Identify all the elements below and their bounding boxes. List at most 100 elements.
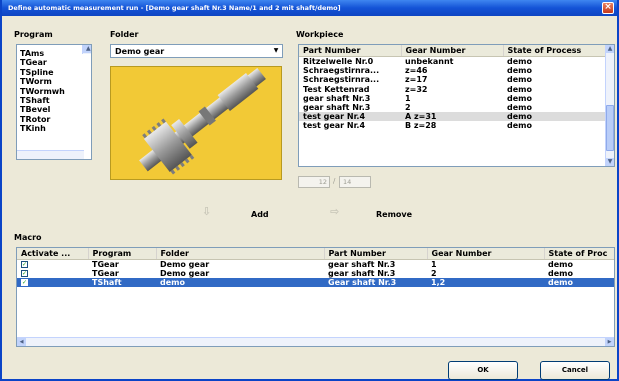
page-separator: / [333, 177, 336, 185]
scroll-left-icon[interactable]: ◀ [17, 338, 26, 346]
scroll-down-icon[interactable]: ▼ [83, 45, 91, 47]
scroll-down-icon[interactable]: ▼ [606, 158, 614, 166]
workpiece-cell: demo [507, 57, 532, 66]
workpiece-row[interactable]: gear shaft Nr.3 1 demo [299, 94, 605, 103]
activate-checkbox[interactable]: ✓ [21, 270, 28, 277]
workpiece-row[interactable]: Ritzelwelle Nr.0 unbekannt demo [299, 57, 605, 67]
macro-row[interactable]: ✓ TGear Demo gear gear shaft Nr.3 1 demo [17, 260, 614, 270]
workpiece-cell: demo [507, 84, 532, 94]
macro-column-header[interactable]: Program [88, 248, 157, 260]
window-title: Define automatic measurement run - [Demo… [8, 4, 341, 12]
program-item[interactable]: TKinh [17, 124, 91, 133]
program-list[interactable]: TAms TGear TSpline TWorm TWormwh TShaft TBevel… [16, 44, 92, 160]
program-item[interactable]: TWorm [17, 77, 91, 86]
macro-cell-gear: 2 [431, 269, 437, 278]
macro-column-header[interactable]: Activate ... [17, 248, 89, 260]
macro-cell-program: TGear [92, 260, 119, 269]
close-icon[interactable]: × [602, 2, 614, 14]
scrollbar-thumb[interactable] [606, 105, 614, 151]
workpiece-cell: test gear Nr.4 [299, 112, 401, 122]
folder-dropdown[interactable]: Demo gear ▼ [110, 44, 283, 58]
program-list-hscrollbar[interactable] [17, 149, 84, 159]
workpiece-cell: test gear Nr.4 [303, 121, 366, 131]
workpiece-cell: Schraegstirnra... [303, 66, 380, 76]
macro-table-container[interactable]: Activate ... Program Folder Part Number Gear… [16, 247, 615, 347]
macro-cell-part: Gear shaft Nr.3 [324, 278, 427, 287]
remove-button[interactable]: Remove [376, 210, 412, 219]
workpiece-cell: demo [503, 112, 605, 122]
workpiece-cell: gear shaft Nr.3 [303, 93, 371, 103]
program-item[interactable]: TWormwh [17, 87, 91, 96]
workpiece-row[interactable]: Schraegstirnra... z=46 demo [299, 66, 605, 75]
program-item[interactable]: TShaft [17, 96, 91, 105]
macro-cell-program: TGear [92, 269, 119, 278]
workpiece-cell: demo [507, 66, 532, 76]
macro-cell-state: demo [544, 278, 614, 287]
gear-image [110, 66, 282, 180]
program-label: Program [14, 30, 53, 39]
workpiece-column-header[interactable]: Part Number [299, 45, 402, 57]
macro-activate-cell: ✓ [17, 269, 88, 278]
macro-cell-gear: 1,2 [427, 278, 544, 287]
scroll-up-icon[interactable]: ▲ [606, 45, 614, 53]
macro-hscrollbar[interactable]: ◀ ▶ [17, 337, 614, 346]
workpiece-row[interactable]: test gear Nr.4 B z=28 demo [299, 121, 605, 130]
workpiece-cell: gear shaft Nr.3 [303, 103, 371, 113]
workpiece-row[interactable]: Test Kettenrad z=32 demo [299, 85, 605, 94]
add-arrow-icon: ⇩ [202, 205, 212, 218]
program-item[interactable]: TAms [17, 49, 91, 58]
activate-checkbox[interactable]: ✓ [21, 261, 28, 268]
cancel-button[interactable]: Cancel [540, 361, 610, 380]
page-current-field[interactable]: 12 [298, 176, 330, 188]
workpiece-table: Part Number Gear Number State of Process R… [299, 45, 606, 131]
workpiece-column-header[interactable]: Gear Number [401, 45, 504, 57]
workpiece-row[interactable]: gear shaft Nr.3 2 demo [299, 103, 605, 112]
workpiece-cell: B z=28 [405, 121, 437, 131]
workpiece-cell: demo [507, 121, 532, 131]
macro-row[interactable]: ✓ TShaft demo Gear shaft Nr.3 1,2 demo [17, 278, 614, 287]
workpiece-cell: unbekannt [405, 57, 454, 66]
program-item[interactable]: TGear [17, 58, 91, 67]
program-item[interactable]: TBevel [17, 105, 91, 114]
program-item[interactable]: TRotor [17, 115, 91, 124]
macro-cell-program: TShaft [88, 278, 156, 287]
workpiece-row[interactable]: test gear Nr.4 A z=31 demo [299, 112, 605, 122]
workpiece-cell: z=17 [405, 75, 428, 85]
macro-cell-state: demo [548, 269, 573, 278]
macro-activate-cell: ✓ [17, 278, 88, 287]
program-list-scrollbar[interactable]: ▲ ▼ [82, 45, 91, 55]
activate-checkbox[interactable]: ✓ [21, 279, 28, 286]
macro-column-header[interactable]: Part Number [324, 248, 428, 260]
macro-row[interactable]: ✓ TGear Demo gear gear shaft Nr.3 2 demo [17, 269, 614, 278]
macro-cell-part: gear shaft Nr.3 [328, 260, 396, 269]
workpiece-cell: demo [507, 75, 532, 85]
add-button[interactable]: Add [251, 210, 269, 219]
macro-cell-folder: Demo gear [160, 260, 210, 269]
workpiece-cell: Ritzelwelle Nr.0 [303, 57, 374, 66]
macro-column-header[interactable]: State of Proc [544, 248, 614, 260]
workpiece-table-container[interactable]: Part Number Gear Number State of Process R… [298, 44, 615, 167]
workpiece-cell: z=46 [405, 66, 428, 76]
gear-shaft-icon [139, 67, 266, 175]
macro-activate-cell: ✓ [17, 260, 88, 270]
macro-column-header[interactable]: Gear Number [427, 248, 545, 260]
program-item[interactable]: TSpline [17, 68, 91, 77]
folder-selected: Demo gear [115, 47, 165, 56]
workpiece-label: Workpiece [296, 30, 344, 39]
workpiece-cell: 1 [405, 93, 411, 103]
scroll-right-icon[interactable]: ▶ [605, 338, 614, 346]
title-bar[interactable]: Define automatic measurement run - [Demo… [2, 0, 617, 16]
page-total-field: 14 [339, 176, 371, 188]
macro-header-row: Activate ... Program Folder Part Number Gear… [17, 248, 614, 260]
macro-cell-part: gear shaft Nr.3 [328, 269, 396, 278]
workpiece-scrollbar[interactable]: ▲ ▼ [605, 45, 614, 166]
workpiece-column-header[interactable]: State of Process [503, 45, 606, 57]
macro-label: Macro [14, 233, 42, 242]
workpiece-header-row: Part Number Gear Number State of Process [299, 45, 606, 57]
chevron-down-icon[interactable]: ▼ [271, 46, 281, 55]
ok-button[interactable]: OK [448, 361, 518, 380]
workpiece-row[interactable]: Schraegstirnra... z=17 demo [299, 75, 605, 84]
macro-cell-state: demo [548, 260, 573, 269]
macro-column-header[interactable]: Folder [156, 248, 325, 260]
remove-arrow-icon: ⇨ [330, 205, 340, 218]
